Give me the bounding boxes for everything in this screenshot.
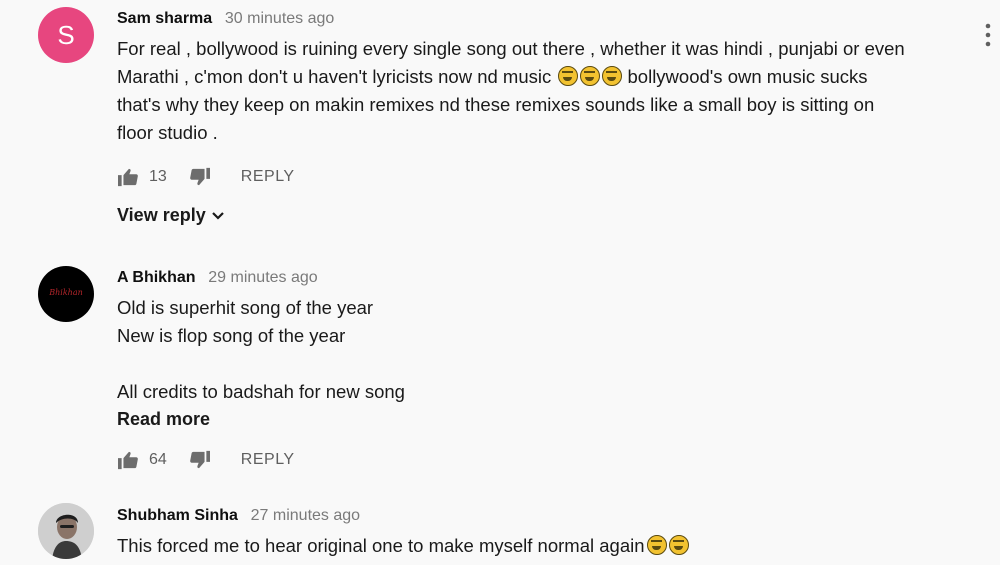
comment-text-line: This forced me to hear original one to m… [117,532,960,560]
comment-text-line: Old is superhit song of the year [117,297,374,318]
comment-author[interactable]: Shubham Sinha [117,507,238,524]
comment-text-segment: This forced me to hear original one to m… [117,535,645,556]
comment-text: For real , bollywood is ruining every si… [117,35,960,147]
thumbs-down-icon [189,450,210,469]
thumbs-up-icon [118,168,138,187]
comment-actions: 64 REPLY [117,448,295,472]
thumbs-down-icon [189,167,210,186]
grinning-sweat-emoji-icon [580,66,601,86]
grinning-sweat-emoji-icon [558,66,579,86]
comments-section: S Sam sharma 30 minutes ago For real , b… [0,0,1000,565]
grinning-sweat-emoji-icon [602,66,623,86]
like-count: 13 [149,168,167,185]
comment-text-line: For real , bollywood is ruining every si… [117,38,905,59]
chevron-down-icon [211,211,224,220]
reply-button[interactable]: REPLY [241,451,295,469]
grinning-sweat-emoji-icon [668,535,689,555]
comment-timestamp[interactable]: 29 minutes ago [208,269,317,286]
comment-header: Sam sharma 30 minutes ago [117,7,960,29]
comment-text-line: floor studio . [117,122,218,143]
comment-text-line: All credits to badshah for new song [117,381,405,402]
thumbs-up-icon [118,451,138,470]
avatar-letter: S [57,20,75,50]
comment-text-line: New is flop song of the year [117,325,346,346]
view-reply-label: View reply [117,205,206,225]
comment-body: Shubham Sinha 27 minutes ago This forced… [117,504,960,560]
comment-text: Old is superhit song of the year New is … [117,294,960,406]
avatar[interactable] [38,503,94,559]
dislike-button[interactable] [189,167,211,187]
comment-text-line: Marathi , c'mon don't u haven't lyricist… [117,63,960,91]
comment-header: Shubham Sinha 27 minutes ago [117,504,960,526]
more-vert-icon[interactable] [982,22,994,50]
comment-timestamp[interactable]: 27 minutes ago [251,507,360,524]
dislike-button[interactable] [189,450,211,470]
like-button[interactable] [117,167,139,187]
grinning-sweat-emoji-icon [646,535,667,555]
comment-header: A Bhikhan 29 minutes ago [117,266,960,288]
comment-text-line: that's why they keep on makin remixes nd… [117,94,875,115]
comment-body: Sam sharma 30 minutes ago For real , bol… [117,7,960,147]
view-reply-button[interactable]: View reply [117,205,225,226]
comment-text-segment: bollywood's own music sucks [627,66,868,87]
comment-text-segment: Marathi , c'mon don't u haven't lyricist… [117,66,552,87]
comment-text: This forced me to hear original one to m… [117,532,960,560]
avatar[interactable]: S [38,7,94,63]
comment-author[interactable]: Sam sharma [117,10,212,27]
comment-text-line [117,350,960,378]
comment-author[interactable]: A Bhikhan [117,269,196,286]
read-more-button[interactable]: Read more [117,406,960,432]
comment-timestamp[interactable]: 30 minutes ago [225,10,334,27]
person-photo-icon [38,503,94,559]
comment-actions: 13 REPLY [117,165,295,189]
reply-button[interactable]: REPLY [241,168,295,186]
avatar[interactable]: Bhikhan [38,266,94,322]
comment-body: A Bhikhan 29 minutes ago Old is superhit… [117,266,960,432]
like-button[interactable] [117,450,139,470]
avatar-logo: Bhikhan [49,288,83,297]
like-count: 64 [149,451,167,468]
